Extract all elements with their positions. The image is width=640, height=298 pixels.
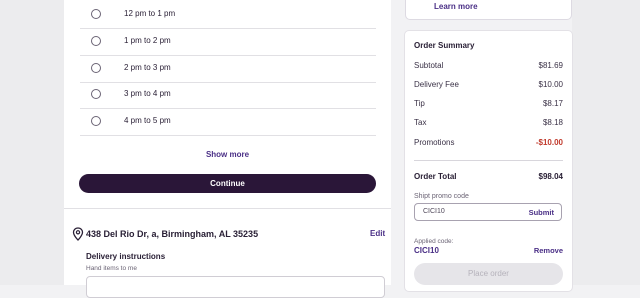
delivery-instructions-heading: Delivery instructions <box>86 252 166 261</box>
applied-code-caption: Applied code: <box>414 238 454 245</box>
delivery-address: 438 Del Rio Dr, a, Birmingham, AL 35235 <box>86 229 259 239</box>
page-margin-right <box>572 0 640 285</box>
learn-more-link[interactable]: Learn more <box>434 2 478 11</box>
info-card: Learn more <box>405 0 572 20</box>
remove-code-button[interactable]: Remove <box>534 246 563 255</box>
tax-label: Tax <box>414 118 427 127</box>
location-pin-icon <box>72 227 84 241</box>
order-total-label: Order Total <box>414 172 457 181</box>
delivery-instructions-text: Hand items to me <box>86 265 137 272</box>
show-more-link[interactable]: Show more <box>64 150 391 159</box>
section-divider <box>64 208 391 209</box>
page-margin-left <box>0 0 64 285</box>
time-slot-label: 12 pm to 1 pm <box>124 9 176 18</box>
time-slot-label: 4 pm to 5 pm <box>124 116 171 125</box>
checkout-main-panel: 12 pm to 1 pm 1 pm to 2 pm 2 pm to 3 pm … <box>64 0 391 298</box>
subtotal-value: $81.69 <box>538 61 563 70</box>
submit-promo-button[interactable]: Submit <box>529 208 554 217</box>
order-total-value: $98.04 <box>538 172 563 181</box>
radio-button[interactable] <box>91 89 101 99</box>
time-slot-option[interactable]: 2 pm to 3 pm <box>80 55 376 83</box>
time-slot-option[interactable]: 4 pm to 5 pm <box>80 108 376 136</box>
time-slot-option[interactable]: 3 pm to 4 pm <box>80 81 376 109</box>
order-summary-title: Order Summary <box>414 41 475 50</box>
radio-button[interactable] <box>91 36 101 46</box>
time-slot-option[interactable]: 1 pm to 2 pm <box>80 28 376 56</box>
promotions-value: -$10.00 <box>535 138 563 147</box>
applied-code-value: CICI10 <box>414 246 439 255</box>
time-slot-label: 1 pm to 2 pm <box>124 36 171 45</box>
tax-value: $8.18 <box>542 118 563 127</box>
promo-code-caption: Shipt promo code <box>414 193 469 200</box>
subtotal-label: Subtotal <box>414 61 444 70</box>
time-slot-label: 2 pm to 3 pm <box>124 63 171 72</box>
continue-button[interactable]: Continue <box>79 174 376 193</box>
promo-code-value: CICI10 <box>423 208 445 215</box>
radio-button[interactable] <box>91 9 101 19</box>
delivery-fee-label: Delivery Fee <box>414 80 459 89</box>
promotions-label: Promotions <box>414 138 455 147</box>
radio-button[interactable] <box>91 116 101 126</box>
tip-label: Tip <box>414 99 425 108</box>
promo-code-input[interactable]: CICI10 Submit <box>414 203 562 221</box>
time-slot-option[interactable]: 12 pm to 1 pm <box>80 1 376 29</box>
delivery-instructions-field[interactable] <box>86 276 385 298</box>
tip-value: $8.17 <box>542 99 563 108</box>
summary-divider <box>414 160 563 161</box>
edit-address-link[interactable]: Edit <box>370 229 385 238</box>
time-slot-label: 3 pm to 4 pm <box>124 89 171 98</box>
delivery-fee-value: $10.00 <box>538 80 563 89</box>
order-summary-panel: Order Summary Subtotal $81.69 Delivery F… <box>404 30 573 292</box>
place-order-button[interactable]: Place order <box>414 263 563 285</box>
radio-button[interactable] <box>91 63 101 73</box>
